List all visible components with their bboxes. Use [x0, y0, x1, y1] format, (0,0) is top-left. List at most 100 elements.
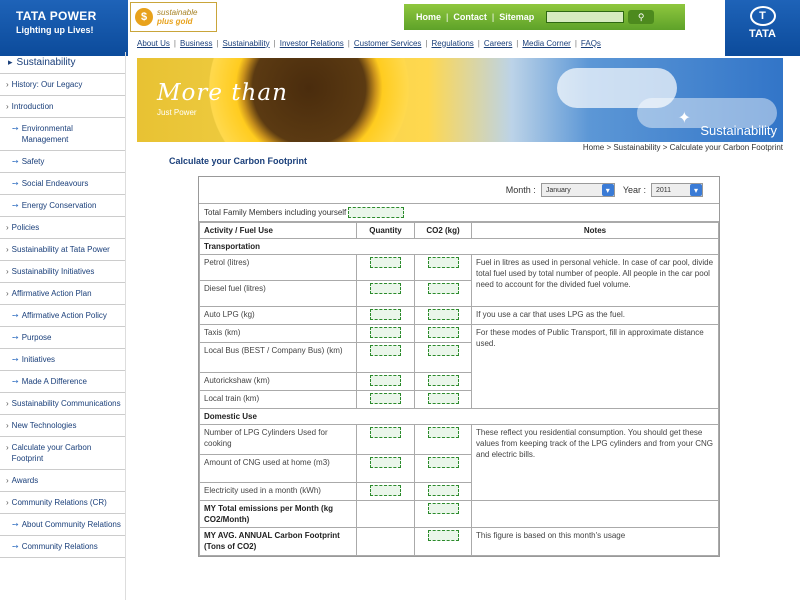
sidebar-item[interactable]: › Community Relations (CR)	[0, 492, 125, 514]
nav-regulations[interactable]: Regulations	[432, 39, 474, 48]
sidebar-item[interactable]: › Affirmative Action Plan	[0, 283, 125, 305]
sidebar-item[interactable]: ➙ Energy Conservation	[0, 195, 125, 217]
sidebar-item-label: About Community Relations	[21, 520, 121, 529]
lpg-cylinders-co2-input[interactable]	[427, 427, 459, 439]
search-button[interactable]: ⚲	[628, 10, 655, 24]
arrow-bullet-icon: ➙	[12, 355, 19, 364]
banner-subline: Just Power	[157, 108, 197, 117]
nav-investor-relations[interactable]: Investor Relations	[280, 39, 344, 48]
activity-label: Number of LPG Cylinders Used for cooking	[199, 424, 357, 455]
arrow-bullet-icon: ➙	[12, 157, 19, 166]
sidebar-item[interactable]: › Sustainability Communications	[0, 393, 125, 415]
sidebar-item-label: Safety	[21, 157, 45, 166]
year-label: Year :	[622, 185, 646, 195]
nav-sustainability[interactable]: Sustainability	[223, 39, 270, 48]
table-row: Petrol (litres) Fuel in litres as used i…	[199, 254, 719, 307]
chevron-down-icon: ▾	[601, 184, 614, 196]
sidebar-item-label: Sustainability Initiatives	[11, 267, 95, 276]
arrow-bullet-icon: ➙	[12, 201, 19, 210]
month-select[interactable]: January ▾	[540, 183, 615, 197]
autorickshaw-quantity-input[interactable]	[370, 375, 401, 387]
petrol-quantity-input[interactable]	[370, 257, 401, 269]
sidebar-item[interactable]: ➙ Affirmative Action Policy	[0, 305, 125, 327]
sidebar-item[interactable]: ➙ About Community Relations	[0, 514, 125, 536]
sidebar-item-label: Environmental Management	[21, 124, 73, 144]
year-select[interactable]: 2011 ▾	[651, 183, 703, 197]
sidebar-item[interactable]: › Sustainability Initiatives	[0, 261, 125, 283]
arrow-bullet-icon: ➙	[12, 333, 19, 342]
cng-quantity-input[interactable]	[370, 457, 401, 469]
electricity-quantity-input[interactable]	[370, 485, 401, 497]
lpg-quantity-input[interactable]	[370, 309, 401, 321]
bullet-icon: ›	[6, 102, 9, 111]
cng-co2-input[interactable]	[427, 457, 459, 469]
sidebar-item[interactable]: ➙ Safety	[0, 151, 125, 173]
sidebar-item-label: Awards	[11, 476, 39, 485]
sidebar-item[interactable]: › Policies	[0, 217, 125, 239]
autorickshaw-co2-input[interactable]	[427, 375, 459, 387]
tata-power-logo[interactable]: TATA POWER Lighting up Lives!	[0, 0, 128, 56]
top-utility-nav: Home | Contact | Sitemap ⚲	[404, 4, 685, 30]
sidebar-item[interactable]: › History: Our Legacy	[0, 74, 125, 96]
total-monthly-output	[427, 503, 459, 515]
sidebar-item[interactable]: ➙ Community Relations	[0, 536, 125, 558]
sitemap-link[interactable]: Sitemap	[499, 12, 534, 22]
nav-business[interactable]: Business	[180, 39, 212, 48]
breadcrumb[interactable]: Home > Sustainability > Calculate your C…	[583, 143, 783, 152]
sidebar-item[interactable]: › Calculate your Carbon Footprint	[0, 437, 125, 470]
sidebar-item[interactable]: ➙ Purpose	[0, 327, 125, 349]
table-row: MY AVG. ANNUAL Carbon Footprint (Tons of…	[199, 527, 719, 556]
sidebar-item[interactable]: › Introduction	[0, 96, 125, 118]
nav-media-corner[interactable]: Media Corner	[522, 39, 570, 48]
note-domestic: These reflect you residential consumptio…	[471, 424, 719, 501]
banner-headline: More than	[157, 80, 288, 106]
bullet-icon: ›	[6, 267, 9, 276]
sidebar-item[interactable]: ➙ Initiatives	[0, 349, 125, 371]
sustainable-plus-badge[interactable]: $ sustainable plus gold	[130, 2, 217, 32]
sidebar-item[interactable]: ➙ Made A Difference	[0, 371, 125, 393]
train-co2-input[interactable]	[427, 393, 459, 405]
sidebar-item[interactable]: › New Technologies	[0, 415, 125, 437]
taxi-co2-input[interactable]	[427, 327, 459, 339]
sidebar-item[interactable]: › Awards	[0, 470, 125, 492]
fuel-table: Activity / Fuel Use Quantity CO2 (kg) No…	[199, 222, 719, 556]
train-quantity-input[interactable]	[370, 393, 401, 405]
home-link[interactable]: Home	[416, 12, 441, 22]
tata-group-logo[interactable]: T TATA	[725, 0, 800, 56]
nav-faqs[interactable]: FAQs	[581, 39, 601, 48]
sidebar-item-label: Community Relations (CR)	[11, 498, 107, 507]
bullet-icon: ›	[6, 443, 9, 452]
sidebar-item[interactable]: › Sustainability at Tata Power	[0, 239, 125, 261]
total-annual-output	[427, 530, 459, 542]
nav-about-us[interactable]: About Us	[137, 39, 170, 48]
sustainable-plus-icon: $	[135, 8, 153, 26]
petrol-co2-input[interactable]	[427, 257, 459, 269]
note-petrol-diesel: Fuel in litres as used in personal vehic…	[471, 254, 719, 307]
col-activity: Activity / Fuel Use	[199, 222, 357, 239]
lpg-cylinders-quantity-input[interactable]	[370, 427, 401, 439]
chevron-down-icon: ▾	[690, 184, 702, 196]
sidebar-item-label: Purpose	[21, 333, 52, 342]
bullet-icon: ›	[6, 223, 9, 232]
bus-quantity-input[interactable]	[370, 345, 401, 357]
nav-careers[interactable]: Careers	[484, 39, 512, 48]
bus-co2-input[interactable]	[427, 345, 459, 357]
taxi-quantity-input[interactable]	[370, 327, 401, 339]
sidebar-item[interactable]: ➙ Environmental Management	[0, 118, 125, 151]
activity-label: Local Bus (BEST / Company Bus) (km)	[199, 342, 357, 373]
activity-label: Amount of CNG used at home (m3)	[199, 454, 357, 483]
diesel-co2-input[interactable]	[427, 283, 459, 295]
banner-label: Sustainability	[700, 123, 777, 138]
sidebar-item[interactable]: ➙ Social Endeavours	[0, 173, 125, 195]
divider: |	[446, 12, 449, 22]
nav-customer-services[interactable]: Customer Services	[354, 39, 422, 48]
total-monthly-label: MY Total emissions per Month (kg CO2/Mon…	[199, 500, 357, 528]
lpg-co2-input[interactable]	[427, 309, 459, 321]
sidebar-heading[interactable]: ▸ Sustainability	[0, 52, 125, 74]
family-members-input[interactable]	[348, 207, 405, 218]
contact-link[interactable]: Contact	[453, 12, 487, 22]
sidebar-item-label: Sustainability Communications	[11, 399, 121, 408]
search-input[interactable]	[546, 11, 625, 23]
diesel-quantity-input[interactable]	[370, 283, 401, 295]
electricity-co2-input[interactable]	[427, 485, 459, 497]
